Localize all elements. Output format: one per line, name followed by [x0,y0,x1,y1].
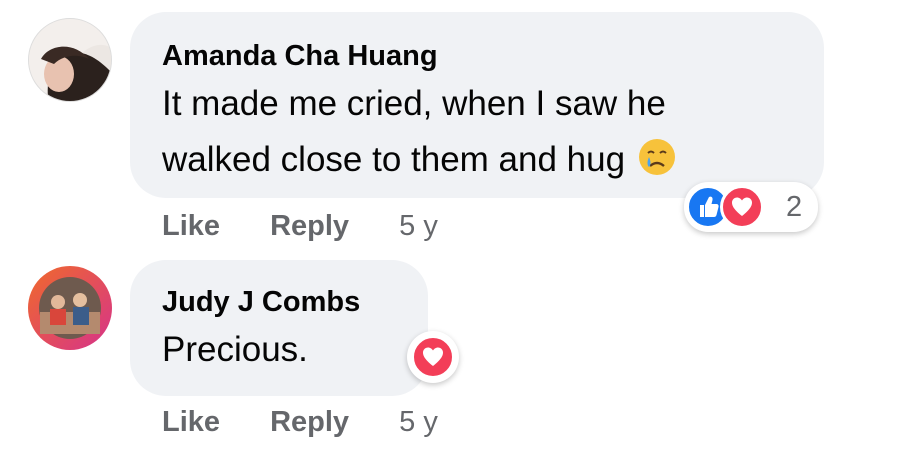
avatar[interactable] [28,266,112,350]
reaction-count: 2 [786,191,803,223]
comment-text-line-2: walked close to them and hug [162,132,677,188]
avatar-photo [39,277,101,339]
love-reaction-icon [411,335,455,379]
comment-bubble: Amanda Cha Huang It made me cried, when … [130,12,824,198]
comment-1: Amanda Cha Huang It made me cried, when … [0,0,906,260]
comment-timestamp[interactable]: 5 y [399,210,438,242]
comment-bubble: Judy J Combs Precious. [130,260,428,396]
reply-button[interactable]: Reply [270,406,349,438]
like-button[interactable]: Like [162,406,220,438]
comment-2: Judy J Combs Precious. Like Reply 5 y [0,260,906,472]
comment-actions: Like Reply 5 y [162,210,438,243]
comment-author[interactable]: Amanda Cha Huang [162,40,438,73]
comment-author[interactable]: Judy J Combs [162,286,360,319]
crying-face-icon [638,139,675,175]
avatar[interactable] [28,18,112,102]
comment-timestamp[interactable]: 5 y [399,406,438,438]
comment-actions: Like Reply 5 y [162,406,438,439]
love-reaction-icon [720,185,764,229]
reaction-summary[interactable] [407,331,459,383]
avatar-photo [29,19,111,101]
reaction-summary[interactable]: 2 [684,182,818,232]
reply-button[interactable]: Reply [270,210,349,242]
comment-text-line-1: It made me cried, when I saw he [162,84,666,123]
like-button[interactable]: Like [162,210,220,242]
comment-text: Precious. [162,330,308,369]
comment-text-line-2-content: walked close to them and hug [162,140,626,179]
